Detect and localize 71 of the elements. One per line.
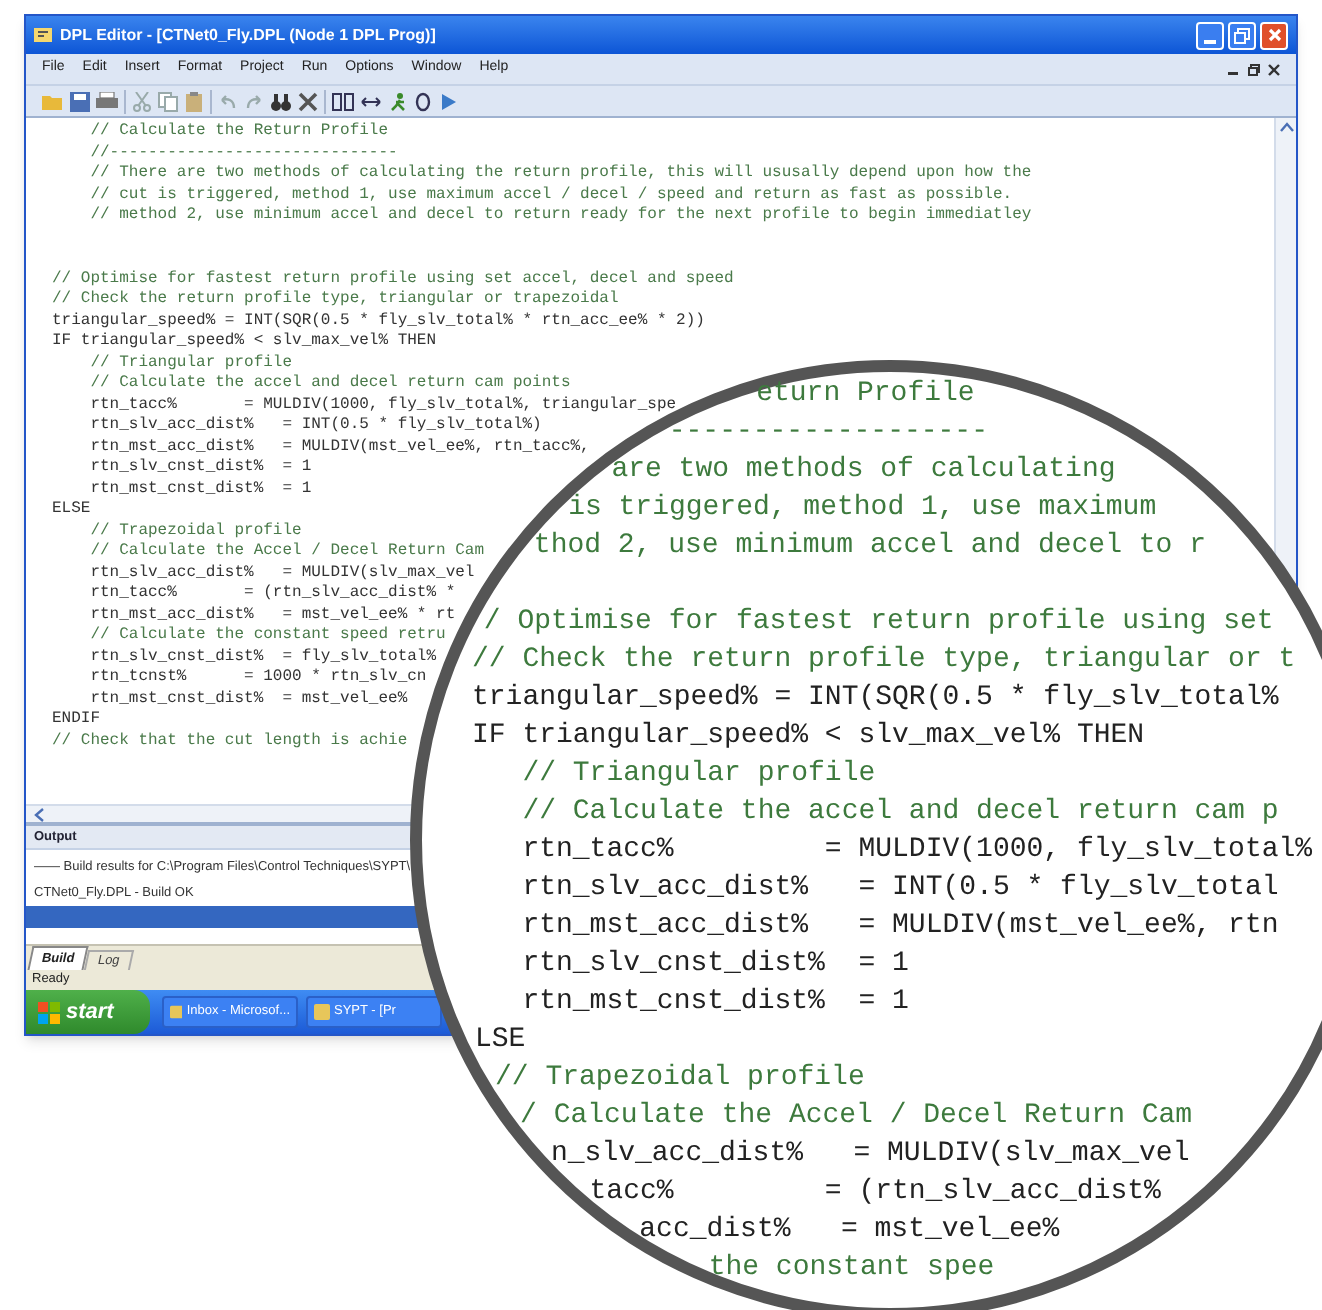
clipboard-icon[interactable] <box>184 91 204 111</box>
code-line: rtn_tacc% = (rtn_slv_acc_dist% * <box>88 584 456 605</box>
code-line: n_slv_acc_dist% = MULDIV(slv_max_vel <box>550 1138 1190 1170</box>
window-icon <box>170 1004 183 1020</box>
close-button[interactable] <box>1260 21 1288 49</box>
code-line: ------------------- <box>668 416 988 448</box>
code-line: thod 2, use minimum accel and decel to r <box>533 530 1206 562</box>
code-line: / Optimise for fastest return profile using set <box>483 606 1274 638</box>
code-line: // Triangular profile <box>520 758 876 790</box>
code-line: rtn_mst_cnst_dist% = mst_vel_ee% <box>88 689 408 710</box>
code-line: // Check that the cut length is achie <box>52 731 408 752</box>
code-line: are two methods of calculating <box>611 454 1116 486</box>
copy-icon[interactable] <box>158 91 178 111</box>
code-line: // Check the return profile type, triangular or trapezoidal <box>52 290 619 311</box>
code-line: // Calculate the constant speed retru <box>88 626 446 647</box>
scroll-left-icon[interactable] <box>34 807 44 821</box>
code-line: / Calculate the Accel / Decel Return Cam <box>520 1100 1193 1132</box>
code-line: tacc% = (rtn_slv_acc_dist% <box>589 1176 1161 1208</box>
close-icon <box>1267 28 1281 42</box>
minimize-button[interactable] <box>1196 21 1224 49</box>
code-line: ENDIF <box>52 710 101 731</box>
window-icon <box>314 1004 330 1020</box>
code-line: rtn_mst_acc_dist% = MULDIV(mst_vel_ee%, rtn <box>520 910 1279 942</box>
code-line: // Calculate the Return Profile <box>88 122 389 143</box>
close-icon[interactable] <box>1268 63 1280 75</box>
code-line: // Trapezoidal profile <box>495 1062 865 1094</box>
code-line: rtn_slv_cnst_dist% = 1 <box>520 948 909 980</box>
binoculars-icon[interactable] <box>270 91 292 111</box>
code-line: //------------------------------ <box>88 143 398 164</box>
window-title: DPL Editor - [CTNet0_Fly.DPL (Node 1 DPL Prog)] <box>60 23 436 47</box>
code-line: rtn_mst_cnst_dist% = 1 <box>88 479 312 500</box>
code-line: rtn_slv_cnst_dist% = 1 <box>88 458 312 479</box>
restore-icon[interactable] <box>1248 63 1260 75</box>
windows-flag-icon <box>38 1001 60 1023</box>
code-line: // Trapezoidal profile <box>88 521 302 542</box>
code-line: rtn_slv_acc_dist% = INT(0.5 * fly_slv_total%) <box>88 416 542 437</box>
code-line: rtn_mst_acc_dist% = MULDIV(mst_vel_ee%, rtn_tacc%, <box>88 437 590 458</box>
code-line: is triggered, method 1, use maximum <box>568 492 1157 524</box>
code-line: acc_dist% = mst_vel_ee% <box>639 1214 1060 1246</box>
code-line: the constant spee <box>708 1252 995 1284</box>
code-line: // Calculate the accel and decel return cam points <box>88 374 571 395</box>
code-line: // Calculate the accel and decel return cam p <box>520 796 1279 828</box>
app-icon <box>34 26 52 44</box>
maximize-button[interactable] <box>1228 21 1256 49</box>
code-line: IF triangular_speed% < slv_max_vel% THEN <box>472 720 1145 752</box>
code-line: // Triangular profile <box>88 353 293 374</box>
code-line: rtn_slv_acc_dist% = INT(0.5 * fly_slv_total <box>520 872 1279 904</box>
code-line: rtn_tacc% = MULDIV(1000, fly_slv_total% <box>520 834 1313 866</box>
code-line: // cut is triggered, method 1, use maximum accel / decel / speed and return as fast as possible. <box>88 185 1013 206</box>
ring-icon[interactable] <box>414 91 432 111</box>
code-line: ELSE <box>52 500 91 521</box>
code-line: // Optimise for fastest return profile using set accel, decel and speed <box>52 269 734 290</box>
restore-icon <box>1234 27 1250 43</box>
code-line: rtn_mst_acc_dist% = mst_vel_ee% * rt <box>88 605 456 626</box>
code-line: rtn_slv_acc_dist% = MULDIV(slv_max_vel <box>88 563 475 584</box>
code-line: triangular_speed% = INT(SQR(0.5 * fly_slv_total% * rtn_acc_ee% * 2)) <box>52 311 705 332</box>
code-line: IF triangular_speed% < slv_max_vel% THEN <box>52 332 437 353</box>
code-line: rtn_slv_cnst_dist% = fly_slv_total% <box>88 647 437 668</box>
code-line: rtn_tacc% = MULDIV(1000, fly_slv_total%, triangular_spe <box>88 395 677 416</box>
code-line: // method 2, use minimum accel and decel to return ready for the next profile to begin immediatley <box>88 206 1032 227</box>
code-line: triangular_speed% = INT(SQR(0.5 * fly_slv_total% <box>472 682 1279 714</box>
printer-icon[interactable] <box>96 91 118 111</box>
scroll-up-icon[interactable] <box>1279 122 1293 132</box>
code-line: // There are two methods of calculating the return profile, this will ususally depend upon how the <box>88 164 1032 185</box>
code-line: rtn_tcnst% = 1000 * rtn_slv_cn <box>88 668 427 689</box>
code-line: LSE <box>474 1024 526 1056</box>
code-line: // Calculate the Accel / Decel Return Cam <box>88 542 485 563</box>
minimize-icon <box>1204 39 1216 43</box>
code-line: // Check the return profile type, triangular or t <box>472 644 1296 676</box>
code-line: rtn_mst_cnst_dist% = 1 <box>520 986 909 1018</box>
arrows-icon[interactable] <box>360 91 382 111</box>
